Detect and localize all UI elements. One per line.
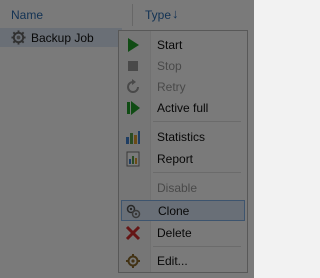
menu-item-label: Edit...: [157, 254, 188, 268]
menu-item-label: Disable: [157, 181, 198, 195]
column-separator[interactable]: [132, 4, 133, 26]
menu-item-stop[interactable]: Stop: [121, 55, 245, 76]
start-icon: [128, 38, 139, 52]
menu-separator: [153, 172, 241, 173]
menu-separator: [153, 121, 241, 122]
menu-item-statistics[interactable]: Statistics: [121, 126, 245, 147]
table-row[interactable]: Backup Job: [0, 28, 122, 47]
column-header-type[interactable]: Type: [145, 8, 171, 22]
menu-item-label: Active full: [157, 101, 209, 115]
menu-item-label: Delete: [157, 226, 192, 240]
menu-item-disable[interactable]: Disable: [121, 177, 245, 198]
active-full-icon: [127, 101, 140, 115]
menu-item-delete[interactable]: Delete: [121, 222, 245, 243]
retry-icon: [127, 79, 139, 93]
report-icon: [126, 151, 140, 167]
menu-item-label: Retry: [157, 80, 186, 94]
menu-item-edit[interactable]: Edit...: [121, 250, 245, 271]
delete-icon: [125, 225, 141, 241]
menu-item-active-full[interactable]: Active full: [121, 97, 245, 118]
menu-separator: [153, 246, 241, 247]
stop-icon: [128, 61, 138, 71]
menu-item-start[interactable]: Start: [121, 34, 245, 55]
context-menu: Start Stop Retry Active full Statistics: [118, 30, 248, 273]
statistics-icon: [126, 131, 140, 144]
menu-item-report[interactable]: Report: [121, 148, 245, 169]
menu-item-label: Clone: [158, 204, 190, 218]
row-name-label: Backup Job: [31, 31, 94, 45]
menu-item-label: Start: [157, 38, 183, 52]
list-header: Name Type ↓: [0, 0, 254, 28]
menu-item-label: Report: [157, 152, 194, 166]
sort-descending-icon: ↓: [172, 6, 179, 21]
menu-item-label: Statistics: [157, 130, 206, 144]
menu-item-retry[interactable]: Retry: [121, 76, 245, 97]
column-header-name[interactable]: Name: [11, 8, 43, 22]
menu-item-clone[interactable]: Clone: [121, 200, 245, 221]
edit-icon: [126, 254, 140, 268]
backup-job-gear-icon: [11, 30, 26, 45]
menu-item-label: Stop: [157, 59, 182, 73]
clone-icon: [126, 204, 141, 219]
